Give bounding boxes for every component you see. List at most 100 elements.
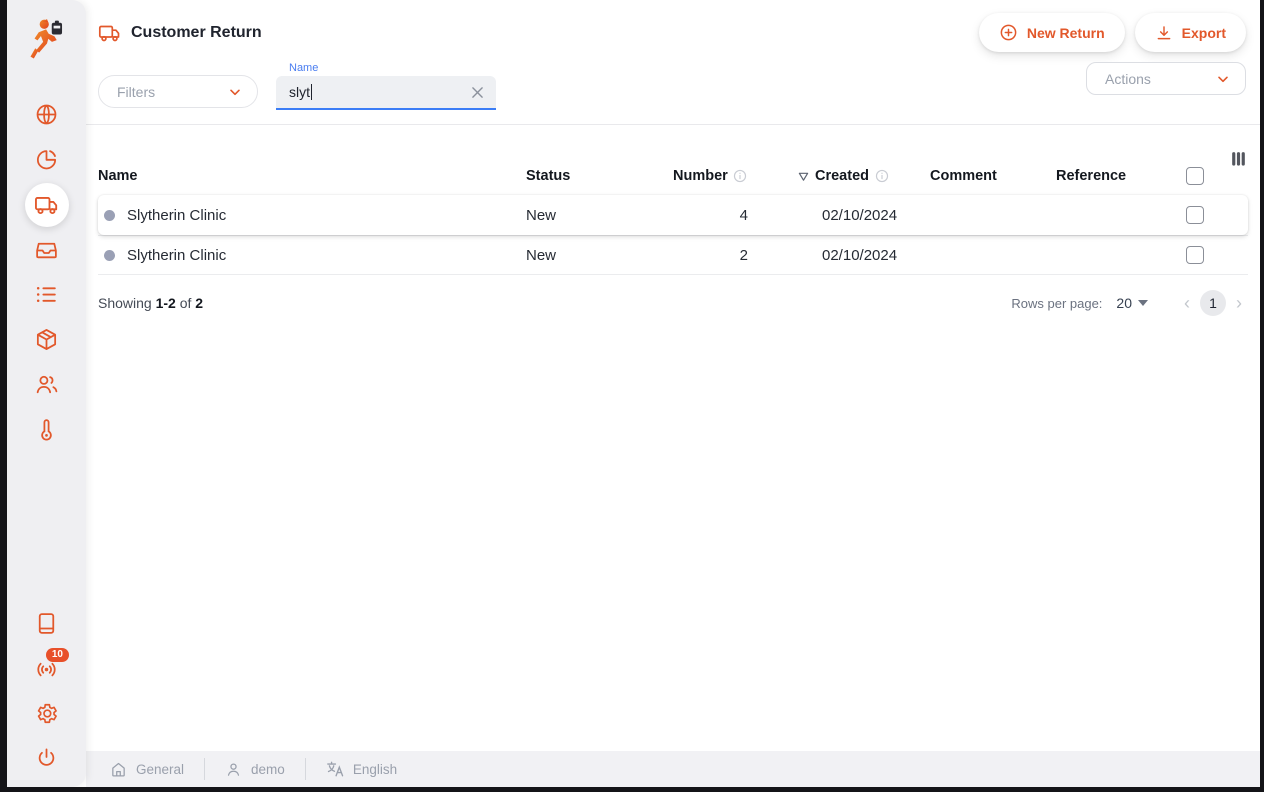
page-title-text: Customer Return — [131, 24, 262, 42]
sidebar-bottom-group: 10 — [24, 601, 69, 781]
chevron-down-icon — [1215, 71, 1231, 87]
sidebar-item-list[interactable] — [24, 272, 69, 317]
new-return-button[interactable]: New Return — [979, 13, 1125, 52]
sidebar-item-inbox[interactable] — [24, 227, 69, 272]
actions-label: Actions — [1105, 71, 1151, 87]
status-dot — [104, 250, 115, 261]
row-created: 02/10/2024 — [793, 207, 930, 224]
sidebar-item-customer-return[interactable] — [24, 182, 69, 227]
current-page-button[interactable]: 1 — [1200, 290, 1226, 316]
topbar: Customer Return New Return — [86, 0, 1260, 58]
gear-icon — [34, 701, 59, 726]
sidebar-item-thermometer[interactable] — [24, 407, 69, 452]
top-actions: New Return Export — [979, 13, 1246, 52]
notification-badge: 10 — [46, 648, 69, 662]
info-icon[interactable] — [733, 169, 747, 183]
app-logo[interactable] — [24, 14, 70, 66]
select-all-checkbox[interactable] — [1186, 167, 1218, 185]
column-header-reference[interactable]: Reference — [1056, 168, 1186, 184]
new-return-label: New Return — [1027, 25, 1105, 41]
table-header-row: Name Status Number — [98, 157, 1248, 195]
plus-circle-icon — [999, 23, 1018, 42]
row-status: New — [526, 207, 673, 224]
text-cursor — [311, 84, 312, 100]
sidebar-item-users[interactable] — [24, 362, 69, 407]
sidebar-item-broadcast[interactable]: 10 — [24, 646, 69, 691]
footer-user[interactable]: demo — [221, 761, 289, 778]
status-dot — [104, 210, 115, 221]
footer-workspace[interactable]: General — [106, 761, 188, 778]
column-header-comment[interactable]: Comment — [930, 168, 1056, 184]
download-icon — [1155, 24, 1173, 42]
footer-bar: General demo — [86, 751, 1260, 787]
sidebar-item-pie-chart[interactable] — [24, 137, 69, 182]
row-checkbox[interactable] — [1186, 246, 1218, 264]
showing-total: 2 — [195, 295, 203, 311]
row-status: New — [526, 247, 673, 264]
sidebar-item-logout[interactable] — [24, 736, 69, 781]
pagination-controls: Rows per page: 20 ‹ 1 › — [1011, 290, 1246, 316]
actions-dropdown[interactable]: Actions — [1086, 62, 1246, 95]
name-filter-input[interactable]: slyt — [276, 76, 496, 110]
caret-down-icon — [1138, 300, 1148, 306]
filters-dropdown[interactable]: Filters — [98, 75, 258, 108]
showing-summary: Showing 1-2 of 2 — [98, 295, 203, 311]
power-icon — [34, 746, 59, 771]
truck-icon — [34, 192, 60, 218]
footer-language[interactable]: English — [322, 760, 401, 778]
column-header-status[interactable]: Status — [526, 168, 673, 184]
pie-chart-icon — [34, 147, 59, 172]
column-header-number[interactable]: Number — [673, 168, 793, 184]
row-name: Slytherin Clinic — [127, 247, 226, 264]
home-icon — [110, 761, 127, 778]
chevron-down-icon — [227, 84, 243, 100]
export-label: Export — [1182, 25, 1226, 41]
clear-search-icon[interactable] — [469, 84, 486, 101]
name-filter-field: Name slyt — [276, 62, 496, 110]
column-header-name[interactable]: Name — [98, 168, 526, 184]
column-header-created[interactable]: Created — [793, 168, 930, 184]
tablet-icon — [34, 611, 59, 636]
globe-icon — [34, 102, 59, 127]
previous-page-icon[interactable]: ‹ — [1180, 294, 1194, 312]
row-number: 2 — [673, 247, 793, 264]
sidebar-item-package[interactable] — [24, 317, 69, 362]
users-icon — [34, 372, 59, 397]
name-field-label: Name — [289, 62, 496, 74]
table-row[interactable]: Slytherin Clinic New 4 02/10/2024 — [98, 195, 1248, 235]
rows-per-page-label: Rows per page: — [1011, 296, 1102, 311]
returns-table: Name Status Number — [86, 125, 1260, 275]
rows-per-page-select[interactable]: 20 — [1116, 295, 1148, 311]
next-page-icon[interactable]: › — [1232, 294, 1246, 312]
table-row[interactable]: Slytherin Clinic New 2 02/10/2024 — [98, 235, 1248, 275]
sidebar: 10 — [7, 0, 86, 787]
sort-descending-icon[interactable] — [798, 171, 809, 182]
package-icon — [34, 327, 59, 352]
info-icon[interactable] — [875, 169, 889, 183]
export-button[interactable]: Export — [1135, 13, 1246, 52]
row-name: Slytherin Clinic — [127, 207, 226, 224]
pagination-bar: Showing 1-2 of 2 Rows per page: 20 ‹ 1 › — [86, 279, 1260, 327]
page-title: Customer Return — [98, 21, 262, 45]
footer-divider — [204, 758, 205, 780]
inbox-icon — [34, 237, 59, 262]
sidebar-item-settings[interactable] — [24, 691, 69, 736]
filter-row: Filters Name slyt — [86, 58, 1260, 124]
row-checkbox[interactable] — [1186, 206, 1218, 224]
person-icon — [225, 761, 242, 778]
sidebar-item-globe[interactable] — [24, 92, 69, 137]
filters-label: Filters — [117, 84, 155, 100]
main-content: Customer Return New Return — [86, 0, 1260, 787]
footer-divider — [305, 758, 306, 780]
app-root: 10 — [7, 0, 1260, 787]
showing-range: 1-2 — [156, 295, 176, 311]
thermometer-icon — [34, 417, 59, 442]
sidebar-item-tablet[interactable] — [24, 601, 69, 646]
truck-title-icon — [98, 21, 122, 45]
window-frame: 10 — [0, 0, 1264, 792]
column-settings-icon[interactable] — [1218, 149, 1248, 168]
list-icon — [34, 282, 59, 307]
empty-content-area — [86, 327, 1260, 751]
translate-icon — [326, 760, 344, 778]
row-number: 4 — [673, 207, 793, 224]
